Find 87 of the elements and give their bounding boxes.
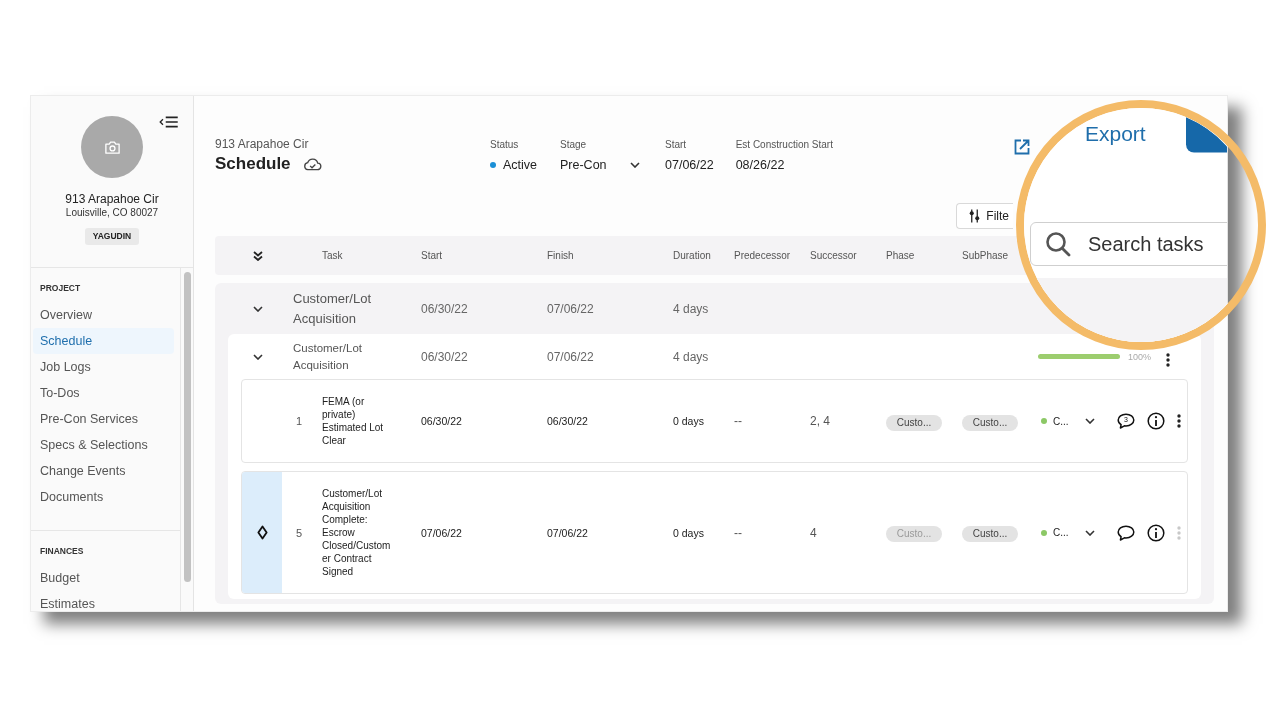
more-icon[interactable]	[1177, 414, 1181, 428]
double-chevron-down-icon[interactable]	[253, 250, 263, 261]
speech-bubble-icon	[1117, 413, 1135, 429]
nav-item[interactable]: Job Logs	[33, 354, 174, 380]
row-number: 5	[295, 526, 304, 539]
column-header: Phase	[886, 250, 916, 261]
search-icon	[1045, 231, 1071, 257]
table-cell-text: 07/06/22	[421, 526, 463, 539]
nav-item[interactable]: Change Events	[33, 458, 174, 484]
table-cell-text: 07/06/22	[547, 349, 595, 364]
table-cell-text: 07/06/22	[547, 526, 589, 539]
field-label: Est Construction Start	[735, 138, 833, 152]
nav-item[interactable]: To-Dos	[33, 380, 174, 406]
scrollbar-thumb[interactable]	[184, 272, 191, 582]
filter-button[interactable]: Filte	[956, 203, 1013, 229]
project-address: Louisville, CO 80027	[65, 206, 159, 220]
export-icon[interactable]	[1014, 139, 1030, 155]
collapse-menu-icon[interactable]	[158, 116, 179, 128]
export-link[interactable]: Export	[1085, 123, 1146, 145]
table-cell-text: 0 days	[673, 415, 705, 427]
row-number: 1	[295, 415, 304, 427]
task-name: FEMA (or private) Estimated Lot Clear	[322, 395, 385, 448]
chevron-down-icon[interactable]	[1085, 529, 1095, 536]
info-icon[interactable]	[1147, 412, 1165, 430]
progress-label: 100%	[1128, 351, 1152, 362]
cloud-check-icon	[302, 157, 322, 171]
column-header: Finish	[547, 250, 575, 261]
action-button[interactable]	[1186, 117, 1227, 153]
chevron-down-icon[interactable]	[253, 305, 263, 312]
comments-button[interactable]	[1117, 524, 1135, 541]
table-cell-text: 06/30/22	[421, 349, 469, 364]
chevron-down-icon[interactable]	[253, 353, 263, 360]
field-label: Stage	[560, 138, 588, 152]
group-name: Customer/Lot Acquisition	[293, 289, 373, 328]
column-header: Successor	[810, 250, 858, 261]
search-field[interactable]: Search tasks	[1030, 222, 1227, 266]
project-subtitle: 913 Arapahoe Cir	[215, 136, 310, 152]
owner-tag: YAGUDIN	[84, 228, 140, 245]
project-name: 913 Arapahoe Cir	[65, 192, 159, 206]
nav-item[interactable]: Pre-Con Services	[33, 406, 174, 432]
info-icon[interactable]	[1147, 523, 1165, 542]
page-title: Schedule	[215, 153, 291, 175]
task-name: Customer/Lot Acquisition Complete: Escrow Closed/Customer Contract Signed	[322, 487, 392, 579]
table-cell-text: 4 days	[673, 301, 710, 316]
table-cell-text: 06/30/22	[421, 415, 463, 427]
table-cell-text: 06/30/22	[547, 415, 589, 427]
status-text: C...	[1053, 527, 1069, 538]
phase-tag: Custo...	[886, 414, 942, 431]
stage-dropdown[interactable]: Pre-Con	[560, 156, 640, 174]
field-value: 07/06/22	[665, 157, 714, 174]
nav-item[interactable]: Documents	[33, 484, 174, 510]
table-cell-text: 2, 4	[810, 414, 831, 428]
table-cell-text: 4	[810, 525, 818, 540]
section-heading: PROJECT	[39, 282, 82, 294]
nav-item[interactable]: Specs & Selections	[33, 432, 174, 458]
table-cell-text: --	[734, 525, 743, 540]
subphase-tag: Custo...	[962, 526, 1018, 542]
field-label: Start	[665, 138, 688, 152]
column-header: Duration	[673, 250, 712, 261]
column-header: Predecessor	[734, 250, 792, 261]
nav-item[interactable]: Estimates	[33, 591, 174, 611]
nav-item[interactable]: Budget	[33, 565, 174, 591]
phase-tag: Custo...	[886, 526, 942, 542]
column-header: SubPhase	[962, 250, 1010, 261]
column-header: Task	[322, 250, 344, 261]
search-input[interactable]: Search tasks	[1088, 232, 1227, 256]
subphase-tag: Custo...	[962, 414, 1018, 431]
table-cell-text: --	[734, 414, 743, 428]
diamond-icon	[256, 525, 268, 540]
nav-item[interactable]: Overview	[33, 302, 174, 328]
field-label: Status	[490, 138, 520, 152]
table-cell-text: 0 days	[673, 526, 705, 539]
status-text: C...	[1053, 415, 1069, 427]
speech-bubble-icon	[1117, 524, 1135, 541]
column-header: Start	[421, 250, 444, 261]
field-value: 08/26/22	[735, 157, 786, 174]
table-cell-text: 06/30/22	[421, 301, 469, 316]
section-heading: FINANCES	[39, 545, 85, 557]
group-name: Customer/Lot Acquisition	[293, 340, 364, 373]
chevron-down-icon	[630, 162, 640, 168]
sliders-icon	[969, 209, 981, 223]
more-icon[interactable]	[1166, 353, 1171, 367]
table-cell-text: 07/06/22	[547, 301, 595, 316]
table-cell-text: 4 days	[673, 349, 710, 364]
nav-item[interactable]: Schedule	[33, 328, 174, 354]
status-text: Active	[503, 157, 538, 174]
chevron-down-icon[interactable]	[1085, 418, 1095, 424]
